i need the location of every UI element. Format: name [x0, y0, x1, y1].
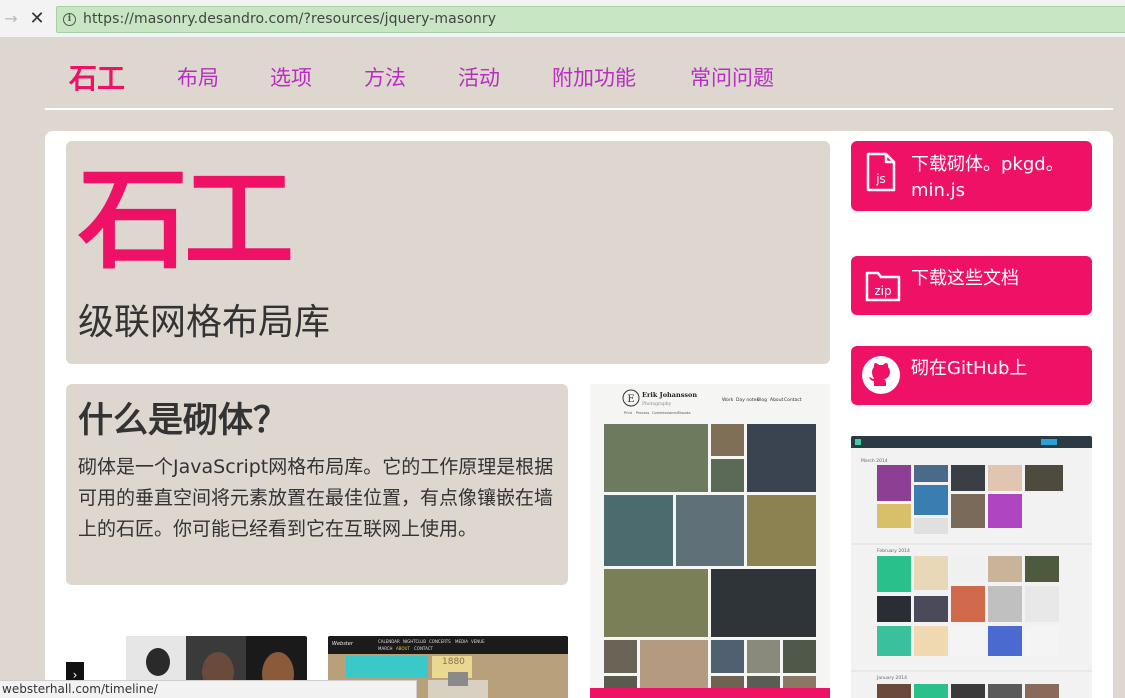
- what-is-body: 砌体是一个JavaScript网格布局库。它的工作原理是根据可用的垂直空间将元素…: [78, 456, 554, 540]
- svg-text:Day notes: Day notes: [736, 397, 759, 403]
- svg-text:CALENDAR: CALENDAR: [378, 639, 400, 644]
- svg-text:March 2014: March 2014: [861, 458, 888, 464]
- svg-text:About: About: [770, 397, 784, 403]
- what-is-heading: 什么是砌体？: [78, 401, 289, 441]
- nav-item-extras[interactable]: 附加功能: [552, 62, 636, 92]
- svg-text:CONTACT: CONTACT: [414, 646, 434, 651]
- address-bar[interactable]: i https://masonry.desandro.com/?resource…: [56, 6, 1125, 33]
- download-docs-button[interactable]: zip 下载这些文档: [851, 256, 1092, 315]
- hero-subtitle: 级联网格布局库: [78, 302, 331, 343]
- nav-item-faq[interactable]: 常问问题: [690, 62, 774, 92]
- nav-item-methods[interactable]: 方法: [364, 62, 406, 92]
- browser-status-bar: websterhall.com/timeline/: [0, 680, 417, 698]
- download-js-button[interactable]: js 下载砌体。pkgd。min.js: [851, 141, 1092, 211]
- showcase-erik-caption-bar: [590, 688, 830, 698]
- svg-text:Ebooks: Ebooks: [678, 411, 691, 415]
- stop-loading-icon[interactable]: ✕: [26, 8, 48, 30]
- hero-block: 石工 级联网格布局库: [66, 141, 830, 364]
- svg-text:Print: Print: [624, 411, 633, 415]
- hero-title: 石工: [78, 156, 294, 284]
- svg-text:NIGHTCLUB: NIGHTCLUB: [403, 639, 426, 644]
- github-icon: [862, 356, 900, 394]
- info-icon[interactable]: i: [63, 13, 76, 26]
- svg-text:Blog: Blog: [757, 397, 767, 403]
- download-js-label: 下载砌体。pkgd。min.js: [911, 154, 1064, 201]
- svg-text:Erik Johansson: Erik Johansson: [642, 391, 697, 399]
- site-nav: 石工 布局 选项 方法 活动 附加功能 常问问题: [45, 38, 1113, 110]
- svg-text:ABOUT: ABOUT: [396, 646, 410, 651]
- svg-text:Process: Process: [636, 411, 649, 415]
- svg-text:1880: 1880: [442, 657, 465, 667]
- main-panel: 石工 级联网格布局库 什么是砌体？ 砌体是一个JavaScript网格布局库。它…: [45, 131, 1113, 698]
- svg-text:Photography: Photography: [642, 401, 672, 407]
- zip-folder-icon: zip: [865, 271, 901, 302]
- download-docs-label: 下载这些文档: [911, 268, 1019, 289]
- svg-text:Webster: Webster: [332, 641, 354, 647]
- url-text[interactable]: https://masonry.desandro.com/?resources/…: [83, 11, 496, 27]
- showcase-erik-johansson[interactable]: E Erik Johansson Photography Work Day no…: [590, 384, 830, 698]
- github-label: 砌在GitHub上: [911, 358, 1028, 379]
- svg-text:January 2014: January 2014: [876, 675, 907, 681]
- svg-text:Commissioned: Commissioned: [652, 411, 678, 415]
- browser-toolbar: → ✕ i https://masonry.desandro.com/?reso…: [0, 0, 1125, 38]
- svg-text:CONCERTS: CONCERTS: [429, 639, 451, 644]
- showcase-timeline[interactable]: March 2014 February 2014 January 2014: [851, 436, 1092, 698]
- erik-johansson-screenshot: E Erik Johansson Photography Work Day no…: [590, 384, 830, 698]
- timeline-screenshot: March 2014 February 2014 January 2014: [851, 436, 1092, 698]
- forward-arrow-icon[interactable]: →: [2, 9, 20, 29]
- svg-text:E: E: [627, 394, 634, 405]
- svg-text:zip: zip: [874, 284, 891, 298]
- nav-item-events[interactable]: 活动: [458, 62, 500, 92]
- svg-text:MARCH: MARCH: [378, 646, 393, 651]
- svg-text:VENUE: VENUE: [471, 639, 485, 644]
- svg-text:February 2014: February 2014: [877, 548, 910, 554]
- svg-text:js: js: [875, 172, 886, 186]
- svg-text:MEDIA: MEDIA: [455, 639, 468, 644]
- github-button[interactable]: 砌在GitHub上: [851, 346, 1092, 405]
- svg-text:Contact: Contact: [784, 397, 802, 403]
- svg-text:Work: Work: [722, 397, 734, 403]
- nav-item-layout[interactable]: 布局: [177, 62, 219, 92]
- nav-item-options[interactable]: 选项: [270, 62, 312, 92]
- js-file-icon: js: [866, 152, 896, 192]
- what-is-masonry: 什么是砌体？ 砌体是一个JavaScript网格布局库。它的工作原理是根据可用的…: [66, 384, 568, 585]
- site-logo[interactable]: 石工: [69, 57, 125, 97]
